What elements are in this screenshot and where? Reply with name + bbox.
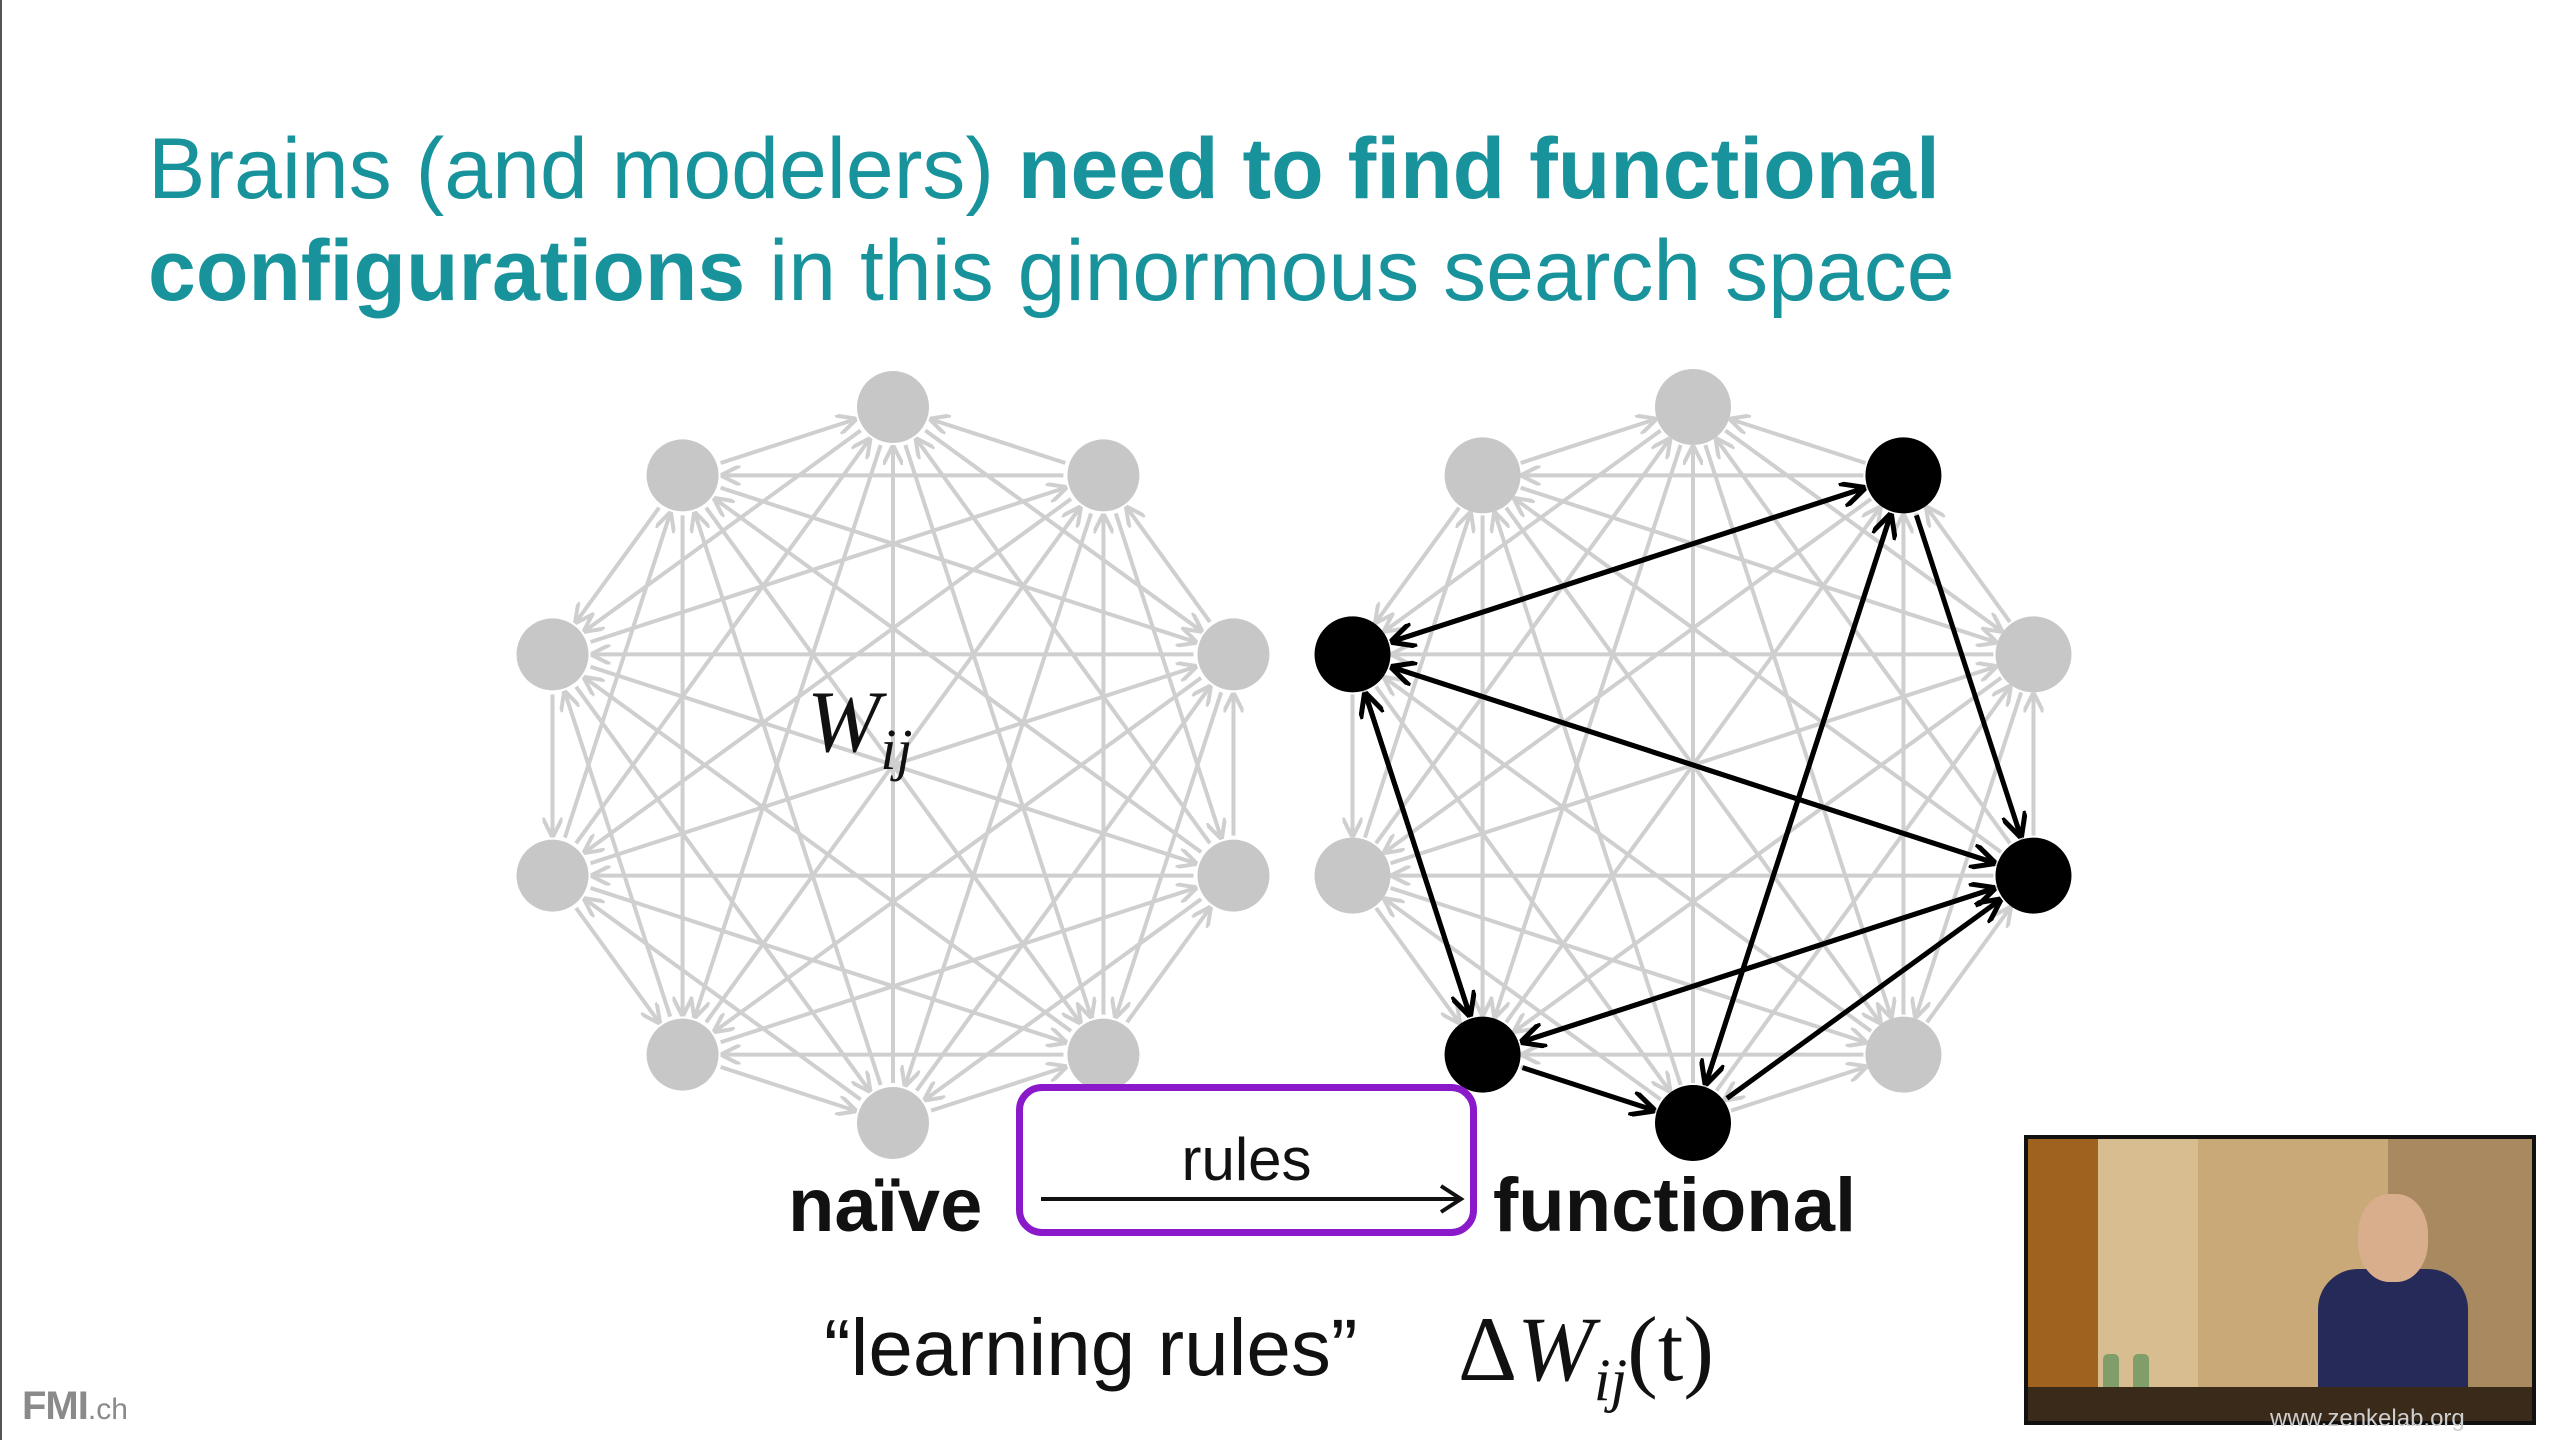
- neuron-node: [1197, 618, 1270, 691]
- speaker-head: [2358, 1194, 2428, 1282]
- rules-arrow: [1041, 1184, 1465, 1214]
- edge: [917, 439, 1212, 845]
- naive-label: naïve: [788, 1163, 983, 1248]
- active-neuron-node: [1314, 616, 1391, 693]
- video-caption: www.zenkelab.org: [2270, 1405, 2465, 1432]
- weight-matrix-label: Wij: [807, 674, 913, 782]
- edge: [719, 888, 1196, 1045]
- neuron-node: [516, 618, 589, 691]
- neuron-node: [646, 1018, 719, 1091]
- edge: [589, 488, 1066, 644]
- active-edge: [1521, 1065, 1654, 1110]
- active-edge: [1521, 889, 1994, 1045]
- neuron-node: [1865, 1016, 1942, 1093]
- neuron-node: [516, 839, 589, 912]
- edge: [1374, 439, 1669, 845]
- edge: [589, 886, 1066, 1042]
- active-neuron-node: [1655, 1085, 1731, 1161]
- active-neuron-node: [1444, 1016, 1521, 1093]
- neuron-node: [1314, 837, 1391, 914]
- edge: [1714, 687, 2010, 1092]
- edge: [719, 1065, 855, 1111]
- neuron-node: [1995, 616, 2072, 693]
- edge: [719, 419, 855, 465]
- functional-label: functional: [1493, 1163, 1857, 1248]
- fmi-logo: FMI.ch: [22, 1384, 128, 1428]
- edge: [719, 485, 1196, 642]
- neuron-node: [857, 1087, 929, 1159]
- delta-w-formula: ΔWij(t): [1458, 1298, 1714, 1413]
- edge: [1519, 419, 1655, 465]
- video-wall: [2028, 1139, 2098, 1421]
- neuron-node: [1444, 437, 1521, 514]
- edge: [914, 687, 1210, 1092]
- neuron-node: [857, 371, 929, 443]
- neuron-node: [1067, 1018, 1140, 1091]
- neuron-node: [646, 439, 719, 512]
- edge: [1374, 685, 1669, 1091]
- edge: [1717, 439, 2012, 845]
- neuron-node: [1197, 839, 1270, 912]
- active-neuron-node: [1995, 837, 2072, 914]
- edge: [1730, 1067, 1865, 1113]
- edge: [1731, 419, 1867, 465]
- edge: [1519, 485, 1996, 642]
- rules-box: rules: [1016, 1084, 1477, 1236]
- learning-rules-label: “learning rules”: [824, 1303, 1358, 1392]
- active-neuron-node: [1865, 437, 1942, 514]
- active-edge: [1392, 485, 1865, 641]
- functional-network: [1314, 369, 2072, 1161]
- edge: [931, 419, 1067, 465]
- neuron-node: [1067, 439, 1140, 512]
- neuron-node: [1655, 369, 1731, 445]
- speaker-video-overlay: [2024, 1135, 2536, 1425]
- edge: [1389, 886, 1866, 1042]
